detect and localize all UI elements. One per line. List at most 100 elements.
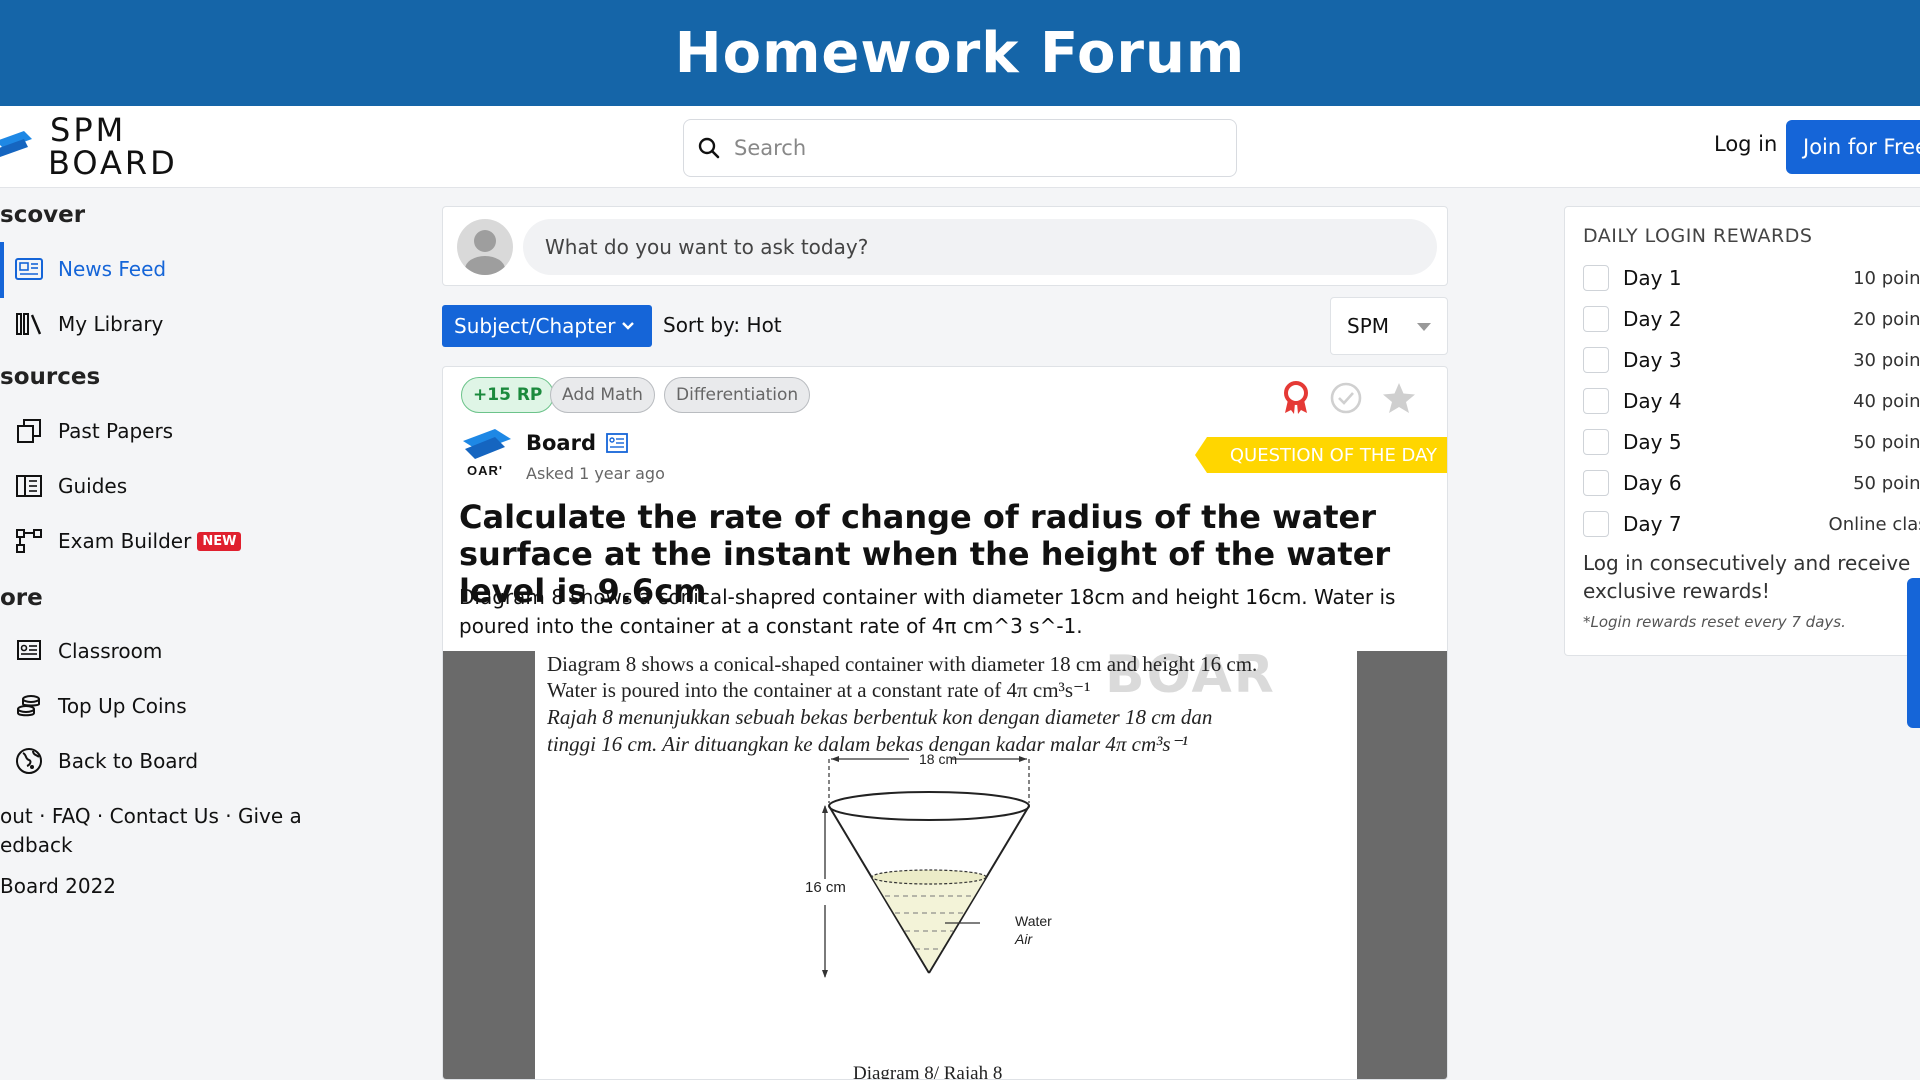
reward-value: 50 points [1853, 431, 1920, 453]
reward-row: Day 2 20 points [1583, 304, 1920, 334]
copyright: Board 2022 [0, 874, 117, 898]
author-name-text: Board [526, 431, 596, 455]
guides-icon [14, 471, 44, 501]
checkbox[interactable] [1583, 306, 1609, 332]
rewards-reset-note: *Login rewards reset every 7 days. [1583, 613, 1846, 631]
star-icon[interactable] [1381, 381, 1417, 415]
join-button[interactable]: Join for Free [1786, 120, 1920, 174]
search-icon [698, 137, 720, 159]
asked-timestamp: Asked 1 year ago [526, 464, 665, 483]
reward-day: Day 7 [1623, 512, 1682, 536]
sidebar-item-top-up-coins[interactable]: Top Up Coins [14, 691, 187, 721]
reward-value: Online class [1828, 513, 1920, 535]
footer-links[interactable]: out · FAQ · Contact Us · Give a [0, 804, 302, 828]
exam-select[interactable]: SPM [1330, 297, 1448, 355]
resources-section-title: sources [0, 364, 101, 390]
classroom-icon [14, 636, 44, 666]
subject-chapter-dropdown[interactable]: Subject/Chapter [442, 305, 652, 347]
sidebar-item-exam-builder[interactable]: Exam Builder NEW [14, 526, 242, 556]
diagram-text-line-1: Diagram 8 shows a conical-shaped contain… [547, 652, 1258, 676]
sidebar-item-label: Past Papers [58, 419, 174, 443]
reward-row: Day 4 40 points [1583, 386, 1920, 416]
check-circle-icon[interactable] [1329, 381, 1363, 415]
sidebar-item-label: Guides [58, 474, 128, 498]
diagram-text-line-2: Water is poured into the container at a … [547, 678, 1091, 702]
footer-links-continued[interactable]: edback [0, 833, 73, 857]
reward-row: Day 7 Online class [1583, 509, 1920, 539]
diagram-caption: Diagram 8/ Rajah 8 [853, 1063, 1003, 1080]
sidebar-item-past-papers[interactable]: Past Papers [14, 416, 173, 446]
more-section-title: ore [0, 585, 43, 611]
author-name[interactable]: Board [526, 431, 628, 455]
feedback-side-tab[interactable] [1907, 578, 1920, 728]
diagram-air-label: Air [1015, 931, 1033, 947]
checkbox[interactable] [1583, 265, 1609, 291]
checkbox[interactable] [1583, 429, 1609, 455]
diagram-text-line-3: Rajah 8 menunjukkan sebuah bekas berbent… [547, 705, 1213, 729]
spm-board-logo[interactable]: SPM BOARD [0, 114, 178, 180]
sidebar-item-label: Back to Board [58, 749, 199, 773]
sidebar-item-label: Exam Builder [58, 529, 192, 553]
author-avatar: OAR' [461, 425, 513, 477]
left-sidebar: scover News Feed My Library sources Past… [0, 188, 340, 1080]
verified-card-icon [606, 433, 628, 453]
ask-question-input[interactable]: What do you want to ask today? [523, 219, 1437, 275]
checkbox[interactable] [1583, 511, 1609, 537]
logo-text: SPM BOARD [48, 114, 178, 180]
logo-line-1: SPM [50, 111, 127, 149]
top-navigation-bar: SPM BOARD Log in Join for Free [0, 106, 1920, 188]
subject-chapter-label: Subject/Chapter [454, 314, 616, 338]
logo-mark-icon [0, 131, 32, 157]
diagram-water-label: Water [1015, 913, 1052, 929]
banner: Homework Forum [0, 0, 1920, 106]
past-papers-icon [14, 416, 44, 446]
question-description: Diagram 8 shows a conical-shapred contai… [459, 585, 1396, 638]
reward-row: Day 3 30 points [1583, 345, 1920, 375]
sidebar-item-my-library[interactable]: My Library [14, 309, 163, 339]
banner-title: Homework Forum [674, 20, 1246, 86]
reward-value: 10 points [1853, 267, 1920, 289]
reward-day: Day 5 [1623, 430, 1682, 454]
news-feed-icon [14, 254, 44, 284]
sidebar-item-guides[interactable]: Guides [14, 471, 127, 501]
reward-row: Day 1 10 points [1583, 263, 1920, 293]
coins-icon [14, 691, 44, 721]
sidebar-item-classroom[interactable]: Classroom [14, 636, 162, 666]
sidebar-item-label: News Feed [58, 257, 167, 281]
reward-day: Day 4 [1623, 389, 1682, 413]
checkbox[interactable] [1583, 347, 1609, 373]
search-input[interactable] [734, 136, 1214, 160]
question-image[interactable]: BOAR Diagram 8 shows a conical-shaped co… [443, 645, 1447, 1080]
diagram-height-label: 16 cm [805, 879, 846, 896]
checkbox[interactable] [1583, 470, 1609, 496]
cone-diagram [822, 756, 1030, 978]
sidebar-item-back-to-board[interactable]: Back to Board [14, 746, 198, 776]
sidebar-item-news-feed[interactable]: News Feed [14, 254, 166, 284]
reward-row: Day 6 50 points [1583, 468, 1920, 498]
diagram-width-label: 18 cm [919, 751, 958, 767]
reward-value: 30 points [1853, 349, 1920, 371]
daily-login-rewards-panel: DAILY LOGIN REWARDS Day 1 10 points Day 2… [1564, 206, 1920, 656]
new-badge: NEW [197, 531, 242, 551]
exam-builder-icon [14, 526, 44, 556]
exam-select-value: SPM [1347, 314, 1390, 338]
diagram-paper: BOAR Diagram 8 shows a conical-shaped co… [535, 645, 1357, 1080]
question-post-card: +15 RP Add Math Differentiation QUESTION… [442, 366, 1448, 1080]
caret-down-icon [1417, 323, 1431, 331]
globe-icon [14, 746, 44, 776]
award-ribbon-icon[interactable] [1281, 381, 1311, 415]
logo-line-2: BOARD [48, 144, 178, 182]
chapter-tag[interactable]: Differentiation [664, 377, 811, 413]
login-link[interactable]: Log in [1714, 132, 1777, 156]
avatar [457, 219, 513, 275]
rewards-note: Log in consecutively and receive exclusi… [1583, 551, 1911, 603]
search-bar[interactable] [683, 119, 1237, 177]
sort-by-toggle[interactable]: Sort by: Hot [663, 313, 782, 337]
subject-tag[interactable]: Add Math [550, 377, 655, 413]
author-avatar-text: OAR' [467, 463, 503, 477]
reward-day: Day 1 [1623, 266, 1682, 290]
discover-section-title: scover [0, 202, 86, 228]
question-of-the-day-ribbon: QUESTION OF THE DAY [1195, 437, 1447, 473]
reward-row: Day 5 50 points [1583, 427, 1920, 457]
checkbox[interactable] [1583, 388, 1609, 414]
